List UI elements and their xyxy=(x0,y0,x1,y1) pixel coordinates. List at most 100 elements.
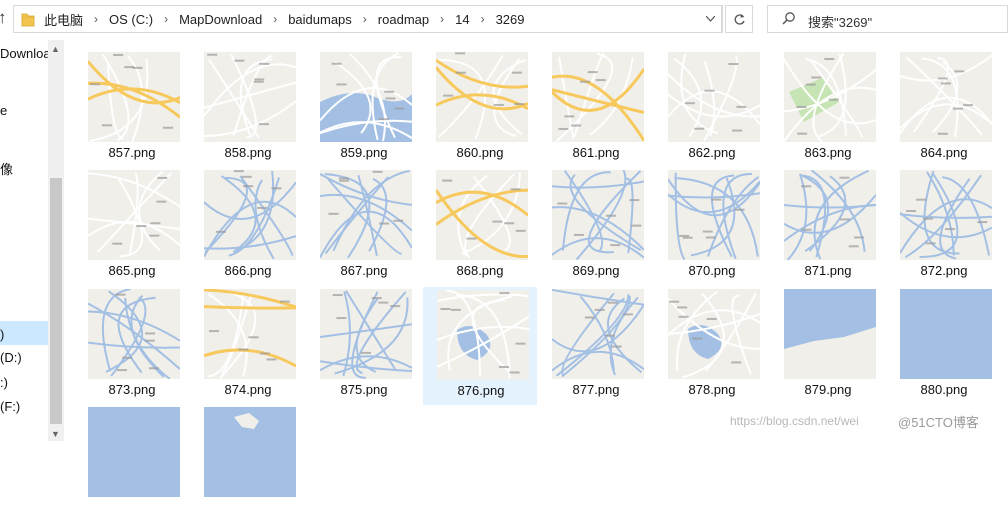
map-thumbnail-image xyxy=(204,407,296,497)
file-tile[interactable]: 866.png xyxy=(191,168,305,286)
search-icon xyxy=(782,12,795,25)
file-tile[interactable]: 857.png xyxy=(75,50,189,168)
scroll-up-icon[interactable]: ▲ xyxy=(51,44,60,54)
file-name: 859.png xyxy=(340,145,388,160)
file-tile[interactable]: 871.png xyxy=(771,168,885,286)
breadcrumb-item[interactable]: MapDownload xyxy=(179,12,262,27)
file-tile[interactable]: 865.png xyxy=(75,168,189,286)
file-tile[interactable]: 873.png xyxy=(75,287,189,405)
file-tile[interactable]: 872.png xyxy=(887,168,1001,286)
file-tile[interactable] xyxy=(191,405,305,523)
file-tile[interactable]: 863.png xyxy=(771,50,885,168)
navigation-pane: Downloa e 像) (D:):) (F:) xyxy=(0,40,48,441)
scrollbar-thumb[interactable] xyxy=(50,178,62,424)
file-name: 873.png xyxy=(108,382,156,397)
breadcrumb-item[interactable]: 3269 xyxy=(496,12,525,27)
breadcrumb-separator-icon[interactable]: › xyxy=(363,12,367,26)
file-tile[interactable]: 860.png xyxy=(423,50,537,168)
address-dropdown-button[interactable] xyxy=(700,5,722,33)
breadcrumb-item[interactable]: 14 xyxy=(455,12,469,27)
file-name: 857.png xyxy=(108,145,156,160)
file-name: 879.png xyxy=(804,382,852,397)
file-name: 860.png xyxy=(456,145,504,160)
file-tile[interactable]: 878.png xyxy=(655,287,769,405)
file-name: 869.png xyxy=(572,263,620,278)
map-thumbnail-image xyxy=(552,52,644,142)
map-thumbnail-image xyxy=(88,407,180,497)
map-thumbnail-image xyxy=(436,52,528,142)
file-name: 878.png xyxy=(688,382,736,397)
file-tile[interactable]: 875.png xyxy=(307,287,421,405)
nav-scrollbar[interactable]: ▲ ▼ xyxy=(48,40,64,441)
nav-item[interactable]: ) xyxy=(0,327,4,342)
file-tile[interactable]: 877.png xyxy=(539,287,653,405)
watermark-51cto: @51CTO博客 xyxy=(898,415,979,430)
breadcrumb-separator-icon[interactable]: › xyxy=(273,12,277,26)
file-tile[interactable]: 874.png xyxy=(191,287,305,405)
file-tile[interactable]: 864.png xyxy=(887,50,1001,168)
file-name: 863.png xyxy=(804,145,852,160)
file-name: 872.png xyxy=(920,263,968,278)
nav-item[interactable]: (F:) xyxy=(0,399,20,414)
file-name: 877.png xyxy=(572,382,620,397)
map-thumbnail-image xyxy=(88,52,180,142)
nav-item[interactable]: e xyxy=(0,103,7,118)
file-tile[interactable]: 859.png xyxy=(307,50,421,168)
file-name: 864.png xyxy=(920,145,968,160)
breadcrumb-item[interactable]: OS (C:) xyxy=(109,12,153,27)
breadcrumb-separator-icon[interactable]: › xyxy=(94,12,98,26)
address-bar[interactable]: 此电脑 › OS (C:) › MapDownload › baidumaps › roadma… xyxy=(13,5,723,33)
file-name: 876.png xyxy=(457,383,505,398)
file-name: 867.png xyxy=(340,263,388,278)
breadcrumb-separator-icon[interactable]: › xyxy=(440,12,444,26)
map-thumbnail-image xyxy=(88,170,180,260)
map-thumbnail-image xyxy=(784,52,876,142)
refresh-button[interactable] xyxy=(725,5,753,33)
scroll-down-icon[interactable]: ▼ xyxy=(51,429,60,439)
map-thumbnail-image xyxy=(552,289,644,379)
map-thumbnail-image xyxy=(320,289,412,379)
map-thumbnail-image xyxy=(900,170,992,260)
file-tile[interactable] xyxy=(75,405,189,523)
nav-item[interactable]: 像 xyxy=(0,159,13,178)
map-thumbnail-image xyxy=(437,290,529,380)
breadcrumb-item[interactable]: 此电脑 xyxy=(44,10,83,29)
file-name: 865.png xyxy=(108,263,156,278)
file-tile[interactable]: 870.png xyxy=(655,168,769,286)
map-thumbnail-image xyxy=(320,52,412,142)
map-thumbnail-image xyxy=(320,170,412,260)
file-tile[interactable]: 867.png xyxy=(307,168,421,286)
file-tile[interactable]: 869.png xyxy=(539,168,653,286)
file-tile[interactable]: 868.png xyxy=(423,168,537,286)
search-placeholder: 搜索"3269" xyxy=(808,15,873,30)
breadcrumb-separator-icon[interactable]: › xyxy=(481,12,485,26)
up-arrow-icon[interactable]: ↑ xyxy=(0,8,7,28)
breadcrumb-item[interactable]: roadmap xyxy=(378,12,429,27)
map-thumbnail-image xyxy=(204,170,296,260)
file-tile[interactable]: 858.png xyxy=(191,50,305,168)
map-thumbnail-image xyxy=(900,289,992,379)
map-thumbnail-image xyxy=(204,289,296,379)
file-tile[interactable]: 862.png xyxy=(655,50,769,168)
search-box[interactable]: 搜索"3269" xyxy=(767,5,1008,33)
nav-item[interactable]: Downloa xyxy=(0,46,48,61)
file-name: 866.png xyxy=(224,263,272,278)
chevron-down-icon xyxy=(706,16,715,22)
file-tile[interactable]: 879.png xyxy=(771,287,885,405)
map-thumbnail-image xyxy=(668,52,760,142)
breadcrumb-item[interactable]: baidumaps xyxy=(288,12,352,27)
file-tile[interactable]: 880.png xyxy=(887,287,1001,405)
nav-item[interactable]: (D:) xyxy=(0,350,22,365)
file-name: 858.png xyxy=(224,145,272,160)
map-thumbnail-image xyxy=(900,52,992,142)
map-thumbnail-image xyxy=(204,52,296,142)
file-name: 880.png xyxy=(920,382,968,397)
file-name: 870.png xyxy=(688,263,736,278)
file-tile[interactable]: 861.png xyxy=(539,50,653,168)
nav-item[interactable]: :) xyxy=(0,375,8,390)
map-thumbnail-image xyxy=(668,170,760,260)
file-tile[interactable]: 876.png xyxy=(423,287,537,405)
breadcrumb-separator-icon[interactable]: › xyxy=(164,12,168,26)
refresh-icon xyxy=(734,13,745,25)
map-thumbnail-image xyxy=(784,289,876,379)
